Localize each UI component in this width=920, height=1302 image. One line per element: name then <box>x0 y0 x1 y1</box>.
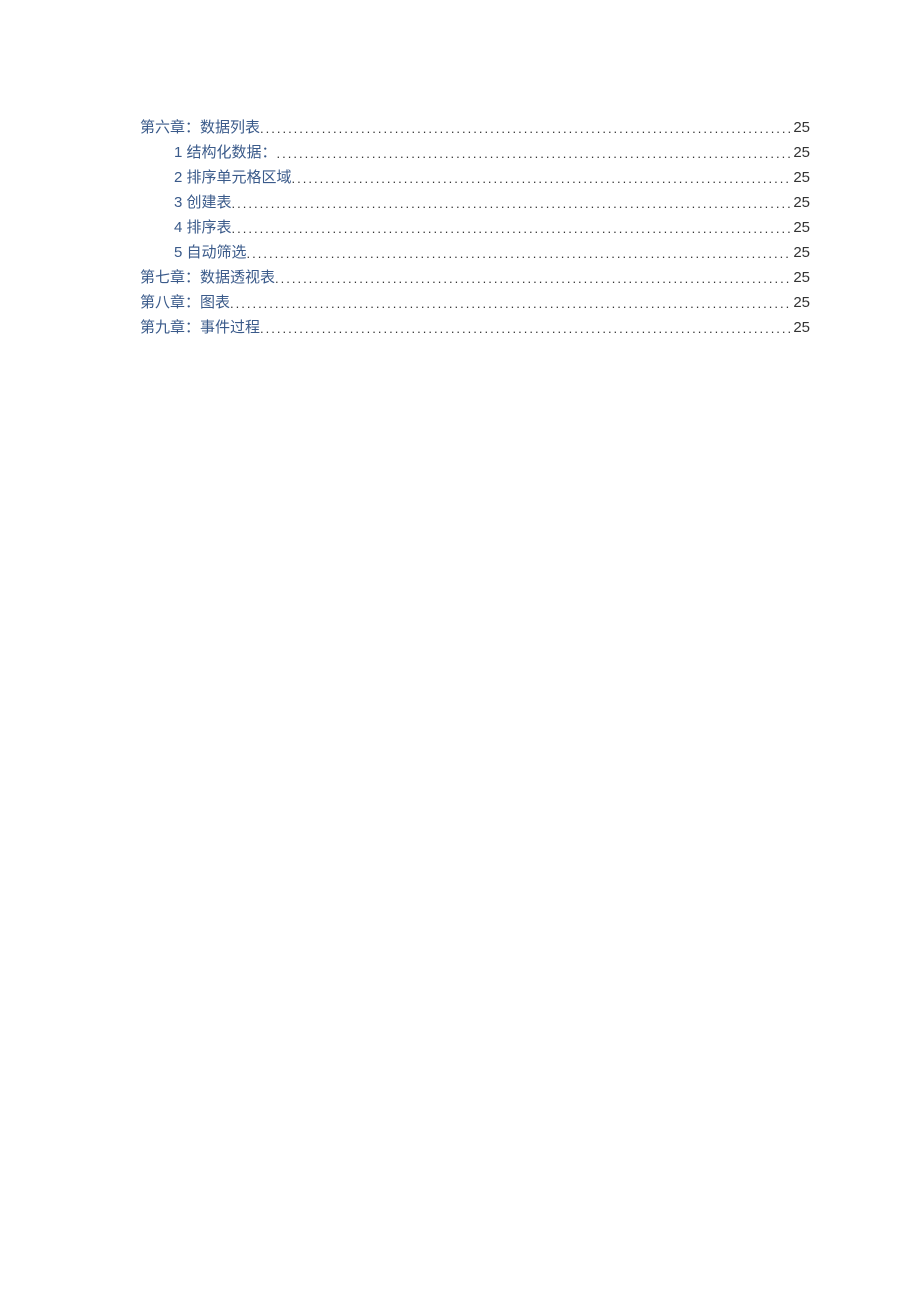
toc-entry-title: 1 结构化数据： <box>174 141 277 162</box>
toc-leader-dots <box>247 246 792 261</box>
toc-entry-title: 第七章：数据透视表 <box>140 266 275 287</box>
toc-entry-title: 第八章：图表 <box>140 291 230 312</box>
toc-entry-title: 3 创建表 <box>174 191 232 212</box>
toc-leader-dots <box>292 171 792 186</box>
toc-entry-title: 4 排序表 <box>174 216 232 237</box>
toc-entry-page: 25 <box>791 294 810 311</box>
toc-entry[interactable]: 第八章：图表 25 <box>140 291 810 316</box>
toc-entry[interactable]: 1 结构化数据： 25 <box>140 141 810 166</box>
toc-entry-page: 25 <box>791 319 810 336</box>
toc-entry[interactable]: 5 自动筛选 25 <box>140 241 810 266</box>
toc-entry[interactable]: 第七章：数据透视表 25 <box>140 266 810 291</box>
toc-entry-title: 第九章：事件过程 <box>140 316 260 337</box>
toc-leader-dots <box>277 146 792 161</box>
toc-entry[interactable]: 3 创建表 25 <box>140 191 810 216</box>
toc-entry-page: 25 <box>791 244 810 261</box>
toc-entry-title: 2 排序单元格区域 <box>174 166 292 187</box>
toc-container: 第六章：数据列表251 结构化数据：252 排序单元格区域253 创建表254 … <box>140 116 810 341</box>
toc-leader-dots <box>230 296 791 311</box>
toc-leader-dots <box>232 196 792 211</box>
toc-entry[interactable]: 第九章：事件过程 25 <box>140 316 810 341</box>
toc-entry-page: 25 <box>791 269 810 286</box>
toc-leader-dots <box>232 221 792 236</box>
toc-leader-dots <box>260 121 791 136</box>
toc-entry-page: 25 <box>791 219 810 236</box>
toc-entry-page: 25 <box>791 169 810 186</box>
toc-entry-page: 25 <box>791 144 810 161</box>
toc-entry-page: 25 <box>791 119 810 136</box>
toc-leader-dots <box>260 321 791 336</box>
toc-entry[interactable]: 第六章：数据列表 25 <box>140 116 810 141</box>
toc-entry[interactable]: 2 排序单元格区域 25 <box>140 166 810 191</box>
toc-entry[interactable]: 4 排序表 25 <box>140 216 810 241</box>
toc-entry-title: 第六章：数据列表 <box>140 116 260 137</box>
toc-leader-dots <box>275 271 791 286</box>
toc-entry-page: 25 <box>791 194 810 211</box>
toc-entry-title: 5 自动筛选 <box>174 241 247 262</box>
